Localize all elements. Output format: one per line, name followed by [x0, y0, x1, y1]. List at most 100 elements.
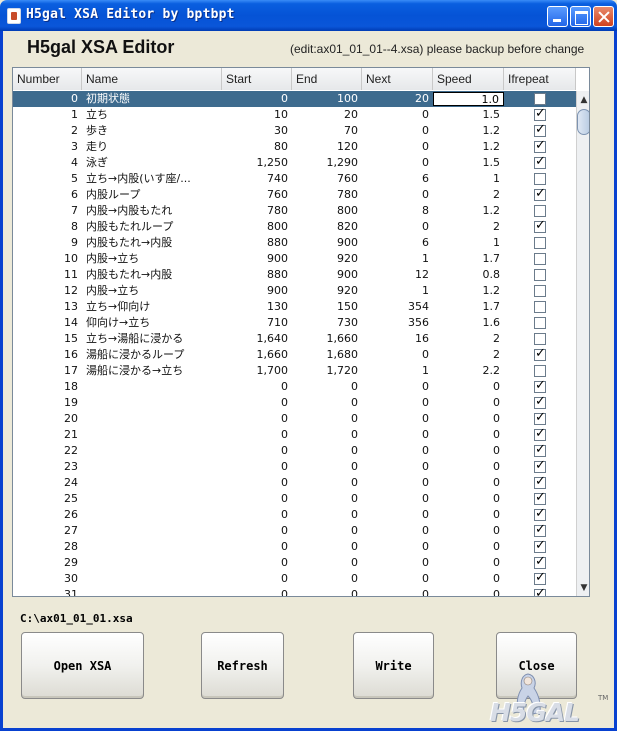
ifrepeat-checkbox[interactable]	[534, 139, 546, 154]
write-button[interactable]: Write	[353, 632, 434, 699]
cell-name[interactable]	[82, 379, 222, 395]
cell-number[interactable]: 8	[13, 219, 82, 235]
title-bar[interactable]: H5gal XSA Editor by bptbpt	[0, 0, 617, 31]
table-row[interactable]: 8 内股もたれループ 800 820 0 2	[13, 219, 576, 235]
scroll-down-arrow-icon[interactable]: ▼	[578, 581, 589, 595]
table-row[interactable]: 24 0 0 0 0	[13, 475, 576, 491]
cell-start[interactable]: 0	[222, 395, 292, 411]
cell-start[interactable]: 0	[222, 475, 292, 491]
ifrepeat-checkbox[interactable]	[534, 555, 546, 570]
cell-start[interactable]: 0	[222, 427, 292, 443]
cell-next[interactable]: 1	[362, 283, 433, 299]
ifrepeat-checkbox[interactable]	[534, 301, 546, 313]
scroll-up-arrow-icon[interactable]: ▲	[578, 93, 589, 107]
cell-ifrepeat[interactable]	[504, 107, 576, 123]
cell-number[interactable]: 24	[13, 475, 82, 491]
cell-name[interactable]	[82, 395, 222, 411]
cell-number[interactable]: 30	[13, 571, 82, 587]
cell-number[interactable]: 10	[13, 251, 82, 267]
cell-start[interactable]: 710	[222, 315, 292, 331]
cell-end[interactable]: 780	[292, 187, 362, 203]
cell-ifrepeat[interactable]	[504, 187, 576, 203]
cell-start[interactable]: 740	[222, 171, 292, 187]
cell-end[interactable]: 1,290	[292, 155, 362, 171]
cell-end[interactable]: 0	[292, 539, 362, 555]
cell-speed[interactable]: 2	[433, 331, 504, 347]
cell-speed[interactable]: 1.7	[433, 299, 504, 315]
minimize-button[interactable]	[547, 6, 568, 27]
cell-ifrepeat[interactable]	[504, 587, 576, 596]
table-row[interactable]: 14 仰向け→立ち 710 730 356 1.6	[13, 315, 576, 331]
cell-number[interactable]: 0	[13, 91, 82, 107]
cell-ifrepeat[interactable]	[504, 475, 576, 491]
cell-name[interactable]: 内股もたれ→内股	[82, 267, 222, 283]
ifrepeat-checkbox[interactable]	[534, 123, 546, 138]
cell-next[interactable]: 6	[362, 171, 433, 187]
table-row[interactable]: 22 0 0 0 0	[13, 443, 576, 459]
ifrepeat-checkbox[interactable]	[534, 365, 546, 377]
cell-next[interactable]: 0	[362, 475, 433, 491]
cell-ifrepeat[interactable]	[504, 443, 576, 459]
cell-next[interactable]: 0	[362, 155, 433, 171]
cell-number[interactable]: 18	[13, 379, 82, 395]
cell-speed[interactable]: 1.2	[433, 139, 504, 155]
cell-ifrepeat[interactable]	[504, 251, 576, 267]
cell-number[interactable]: 3	[13, 139, 82, 155]
cell-name[interactable]	[82, 539, 222, 555]
table-row[interactable]: 29 0 0 0 0	[13, 555, 576, 571]
cell-ifrepeat[interactable]	[504, 491, 576, 507]
cell-end[interactable]: 1,660	[292, 331, 362, 347]
cell-ifrepeat[interactable]	[504, 123, 576, 139]
cell-end[interactable]: 900	[292, 267, 362, 283]
cell-end[interactable]: 1,720	[292, 363, 362, 379]
scroll-thumb[interactable]	[577, 109, 589, 135]
cell-number[interactable]: 27	[13, 523, 82, 539]
cell-name[interactable]: 走り	[82, 139, 222, 155]
table-row[interactable]: 5 立ち→内股(いす座/... 740 760 6 1	[13, 171, 576, 187]
ifrepeat-checkbox[interactable]	[534, 379, 546, 394]
cell-name[interactable]	[82, 475, 222, 491]
table-row[interactable]: 3 走り 80 120 0 1.2	[13, 139, 576, 155]
cell-start[interactable]: 80	[222, 139, 292, 155]
cell-next[interactable]: 0	[362, 107, 433, 123]
table-row[interactable]: 19 0 0 0 0	[13, 395, 576, 411]
cell-end[interactable]: 0	[292, 443, 362, 459]
cell-speed[interactable]: 1.2	[433, 203, 504, 219]
cell-start[interactable]: 0	[222, 91, 292, 107]
cell-end[interactable]: 0	[292, 459, 362, 475]
cell-speed[interactable]: 0	[433, 379, 504, 395]
cell-speed[interactable]: 2	[433, 187, 504, 203]
cell-next[interactable]: 0	[362, 443, 433, 459]
cell-number[interactable]: 25	[13, 491, 82, 507]
cell-start[interactable]: 30	[222, 123, 292, 139]
ifrepeat-checkbox[interactable]	[534, 253, 546, 265]
cell-start[interactable]: 900	[222, 283, 292, 299]
cell-ifrepeat[interactable]	[504, 555, 576, 571]
cell-end[interactable]: 0	[292, 475, 362, 491]
cell-end[interactable]: 900	[292, 235, 362, 251]
cell-ifrepeat[interactable]	[504, 395, 576, 411]
cell-next[interactable]: 20	[362, 91, 433, 107]
cell-number[interactable]: 23	[13, 459, 82, 475]
table-row[interactable]: 13 立ち→仰向け 130 150 354 1.7	[13, 299, 576, 315]
cell-start[interactable]: 1,660	[222, 347, 292, 363]
cell-ifrepeat[interactable]	[504, 459, 576, 475]
cell-name[interactable]: 湯船に浸かる→立ち	[82, 363, 222, 379]
refresh-button[interactable]: Refresh	[201, 632, 284, 699]
cell-next[interactable]: 0	[362, 123, 433, 139]
cell-end[interactable]: 0	[292, 571, 362, 587]
cell-speed[interactable]: 0	[433, 523, 504, 539]
cell-speed[interactable]: 1.7	[433, 251, 504, 267]
cell-start[interactable]: 10	[222, 107, 292, 123]
cell-name[interactable]: 内股→立ち	[82, 251, 222, 267]
cell-next[interactable]: 0	[362, 523, 433, 539]
cell-speed[interactable]: 0.8	[433, 267, 504, 283]
table-row[interactable]: 12 内股→立ち 900 920 1 1.2	[13, 283, 576, 299]
cell-name[interactable]: 泳ぎ	[82, 155, 222, 171]
cell-ifrepeat[interactable]	[504, 523, 576, 539]
cell-next[interactable]: 0	[362, 491, 433, 507]
cell-end[interactable]: 0	[292, 523, 362, 539]
cell-number[interactable]: 14	[13, 315, 82, 331]
cell-ifrepeat[interactable]	[504, 539, 576, 555]
cell-speed[interactable]: 0	[433, 555, 504, 571]
